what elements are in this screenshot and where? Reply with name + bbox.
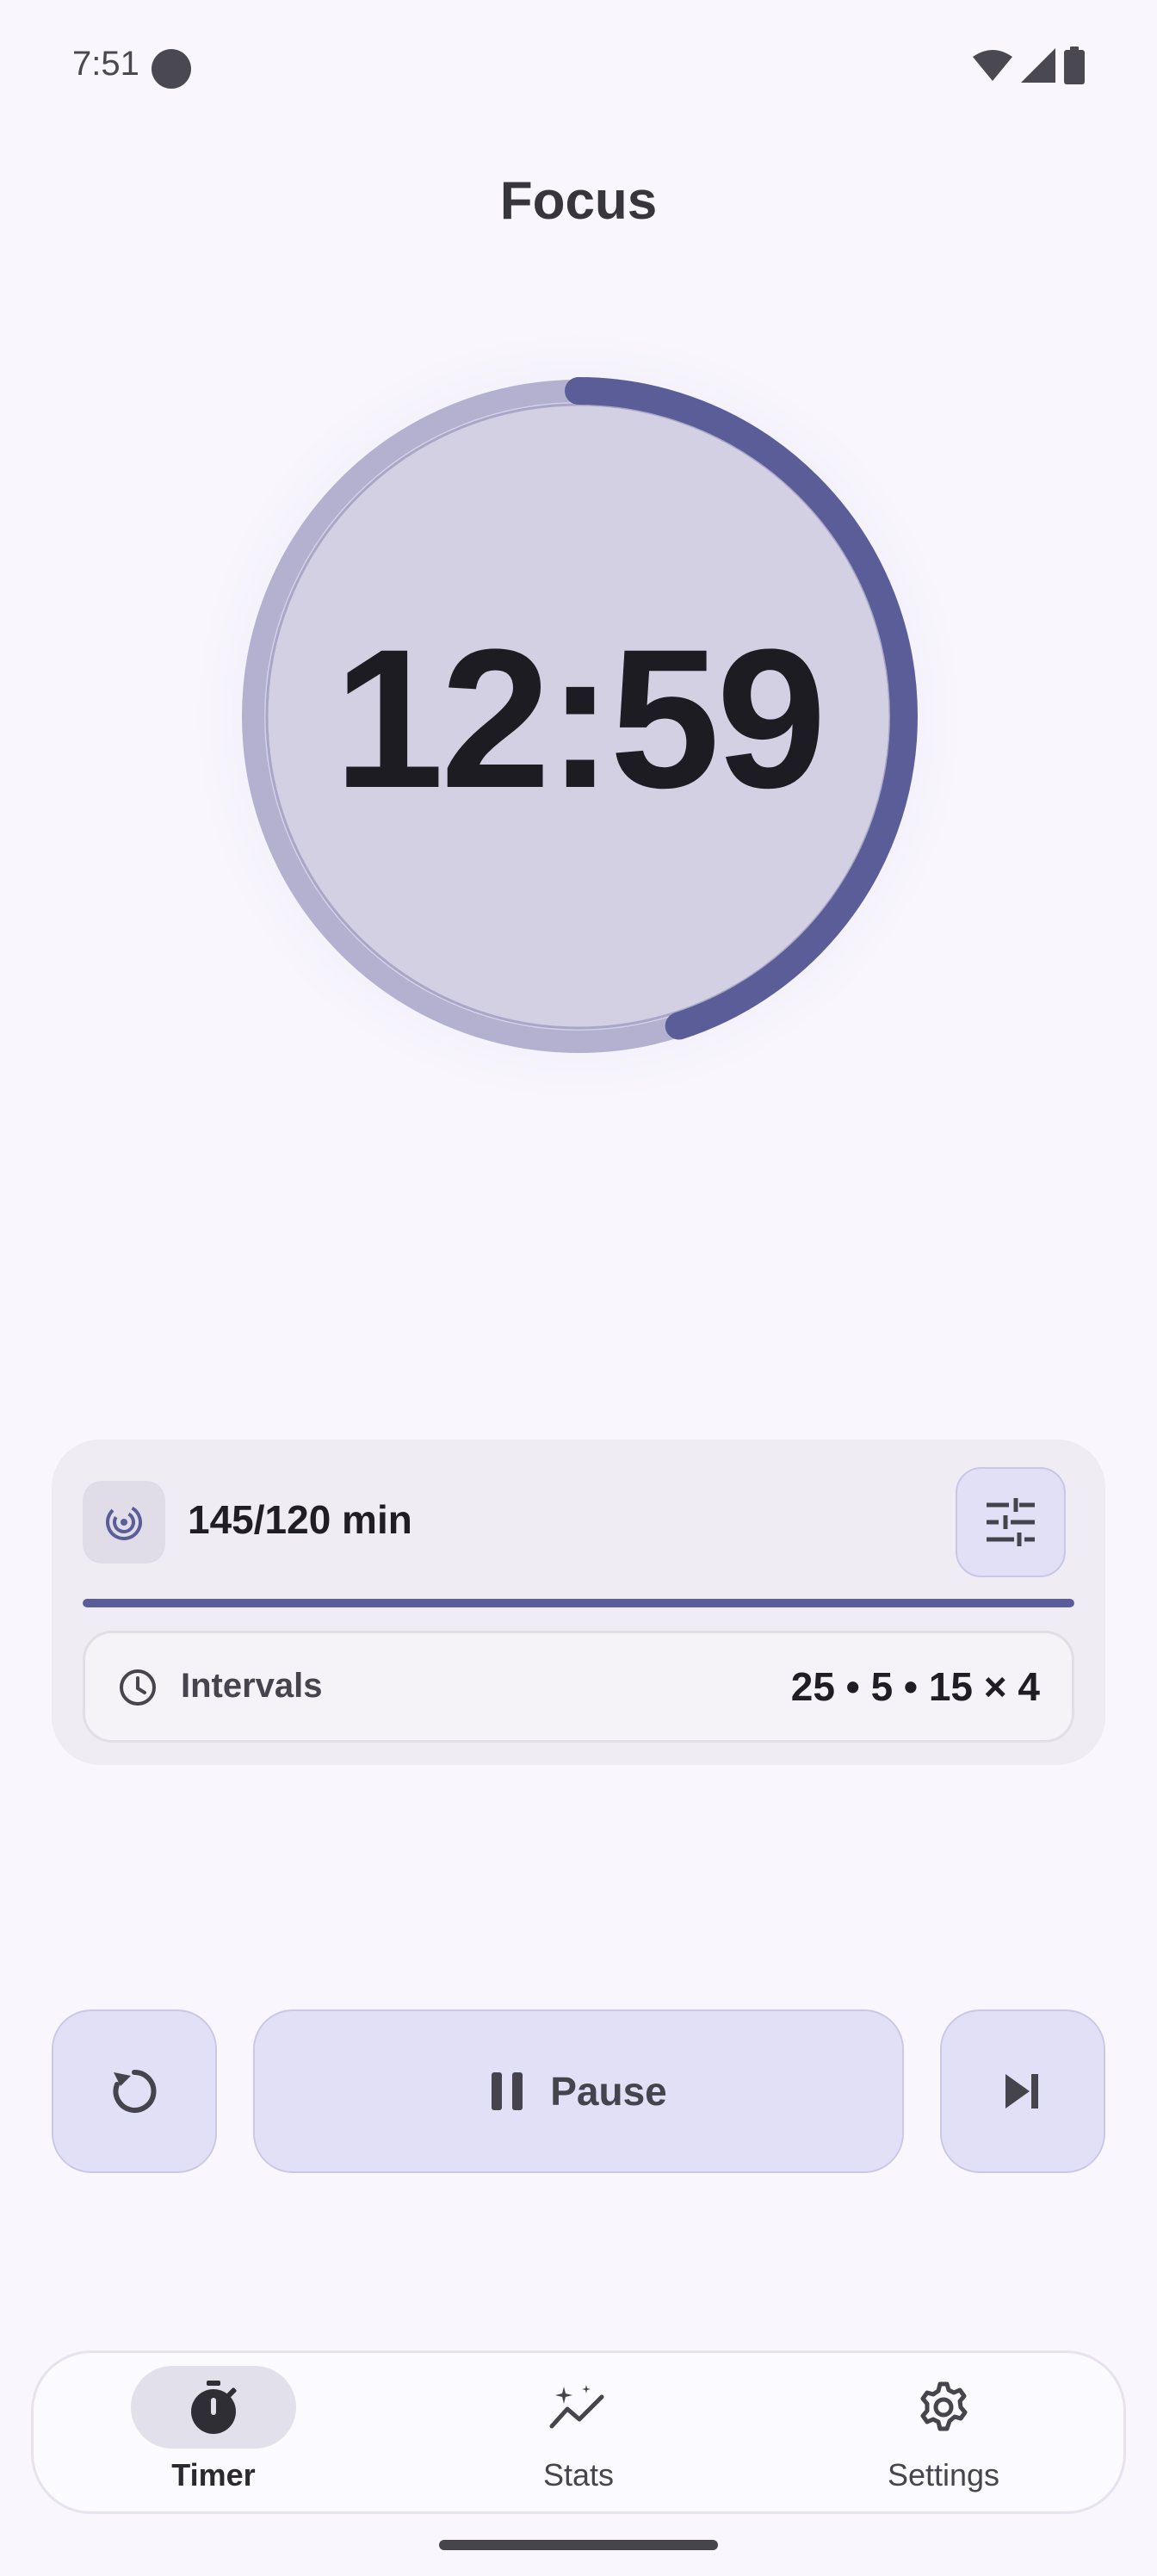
timer-display: 12:59 bbox=[333, 608, 826, 829]
goal-progress-text: 145/120 min bbox=[188, 1497, 412, 1542]
pause-icon bbox=[492, 2072, 523, 2110]
signal-icon bbox=[1021, 48, 1055, 83]
notification-dot-icon bbox=[152, 49, 191, 89]
nav-pill-settings bbox=[861, 2366, 1026, 2449]
nav-pill-timer bbox=[131, 2366, 296, 2449]
nav-item-settings[interactable]: Settings bbox=[814, 2366, 1073, 2504]
tune-icon bbox=[987, 1498, 1035, 1546]
gear-icon bbox=[920, 2381, 968, 2431]
nav-item-stats[interactable]: Stats bbox=[449, 2366, 708, 2504]
reset-icon bbox=[113, 2069, 157, 2113]
adjust-goal-button[interactable] bbox=[956, 1467, 1066, 1577]
skip-next-icon bbox=[1005, 2074, 1038, 2108]
nav-label-timer: Timer bbox=[171, 2457, 256, 2492]
goal-progress-fill bbox=[83, 1599, 1074, 1607]
wifi-icon bbox=[973, 50, 1012, 81]
goal-progress-bar bbox=[83, 1599, 1074, 1607]
clock-icon bbox=[120, 1669, 156, 1706]
status-icons bbox=[973, 46, 1085, 84]
stats-icon bbox=[549, 2385, 604, 2429]
goal-icon-box bbox=[83, 1481, 165, 1564]
intervals-label: Intervals bbox=[181, 1667, 323, 1705]
pause-button[interactable]: Pause bbox=[253, 2009, 904, 2173]
intervals-value: 25 • 5 • 15 × 4 bbox=[790, 1664, 1040, 1709]
battery-icon bbox=[1064, 46, 1085, 84]
page-title: Focus bbox=[499, 171, 658, 231]
nav-item-timer[interactable]: Timer bbox=[84, 2366, 343, 2504]
reset-button[interactable] bbox=[52, 2009, 217, 2173]
pause-label: Pause bbox=[550, 2069, 667, 2114]
target-icon bbox=[106, 1504, 142, 1540]
timer-icon bbox=[191, 2381, 237, 2434]
status-time: 7:51 bbox=[72, 45, 139, 83]
home-indicator[interactable] bbox=[439, 2540, 718, 2550]
nav-label-stats: Stats bbox=[542, 2457, 615, 2492]
nav-label-settings: Settings bbox=[887, 2457, 1000, 2492]
nav-pill-stats bbox=[496, 2366, 661, 2449]
skip-button[interactable] bbox=[940, 2009, 1105, 2173]
